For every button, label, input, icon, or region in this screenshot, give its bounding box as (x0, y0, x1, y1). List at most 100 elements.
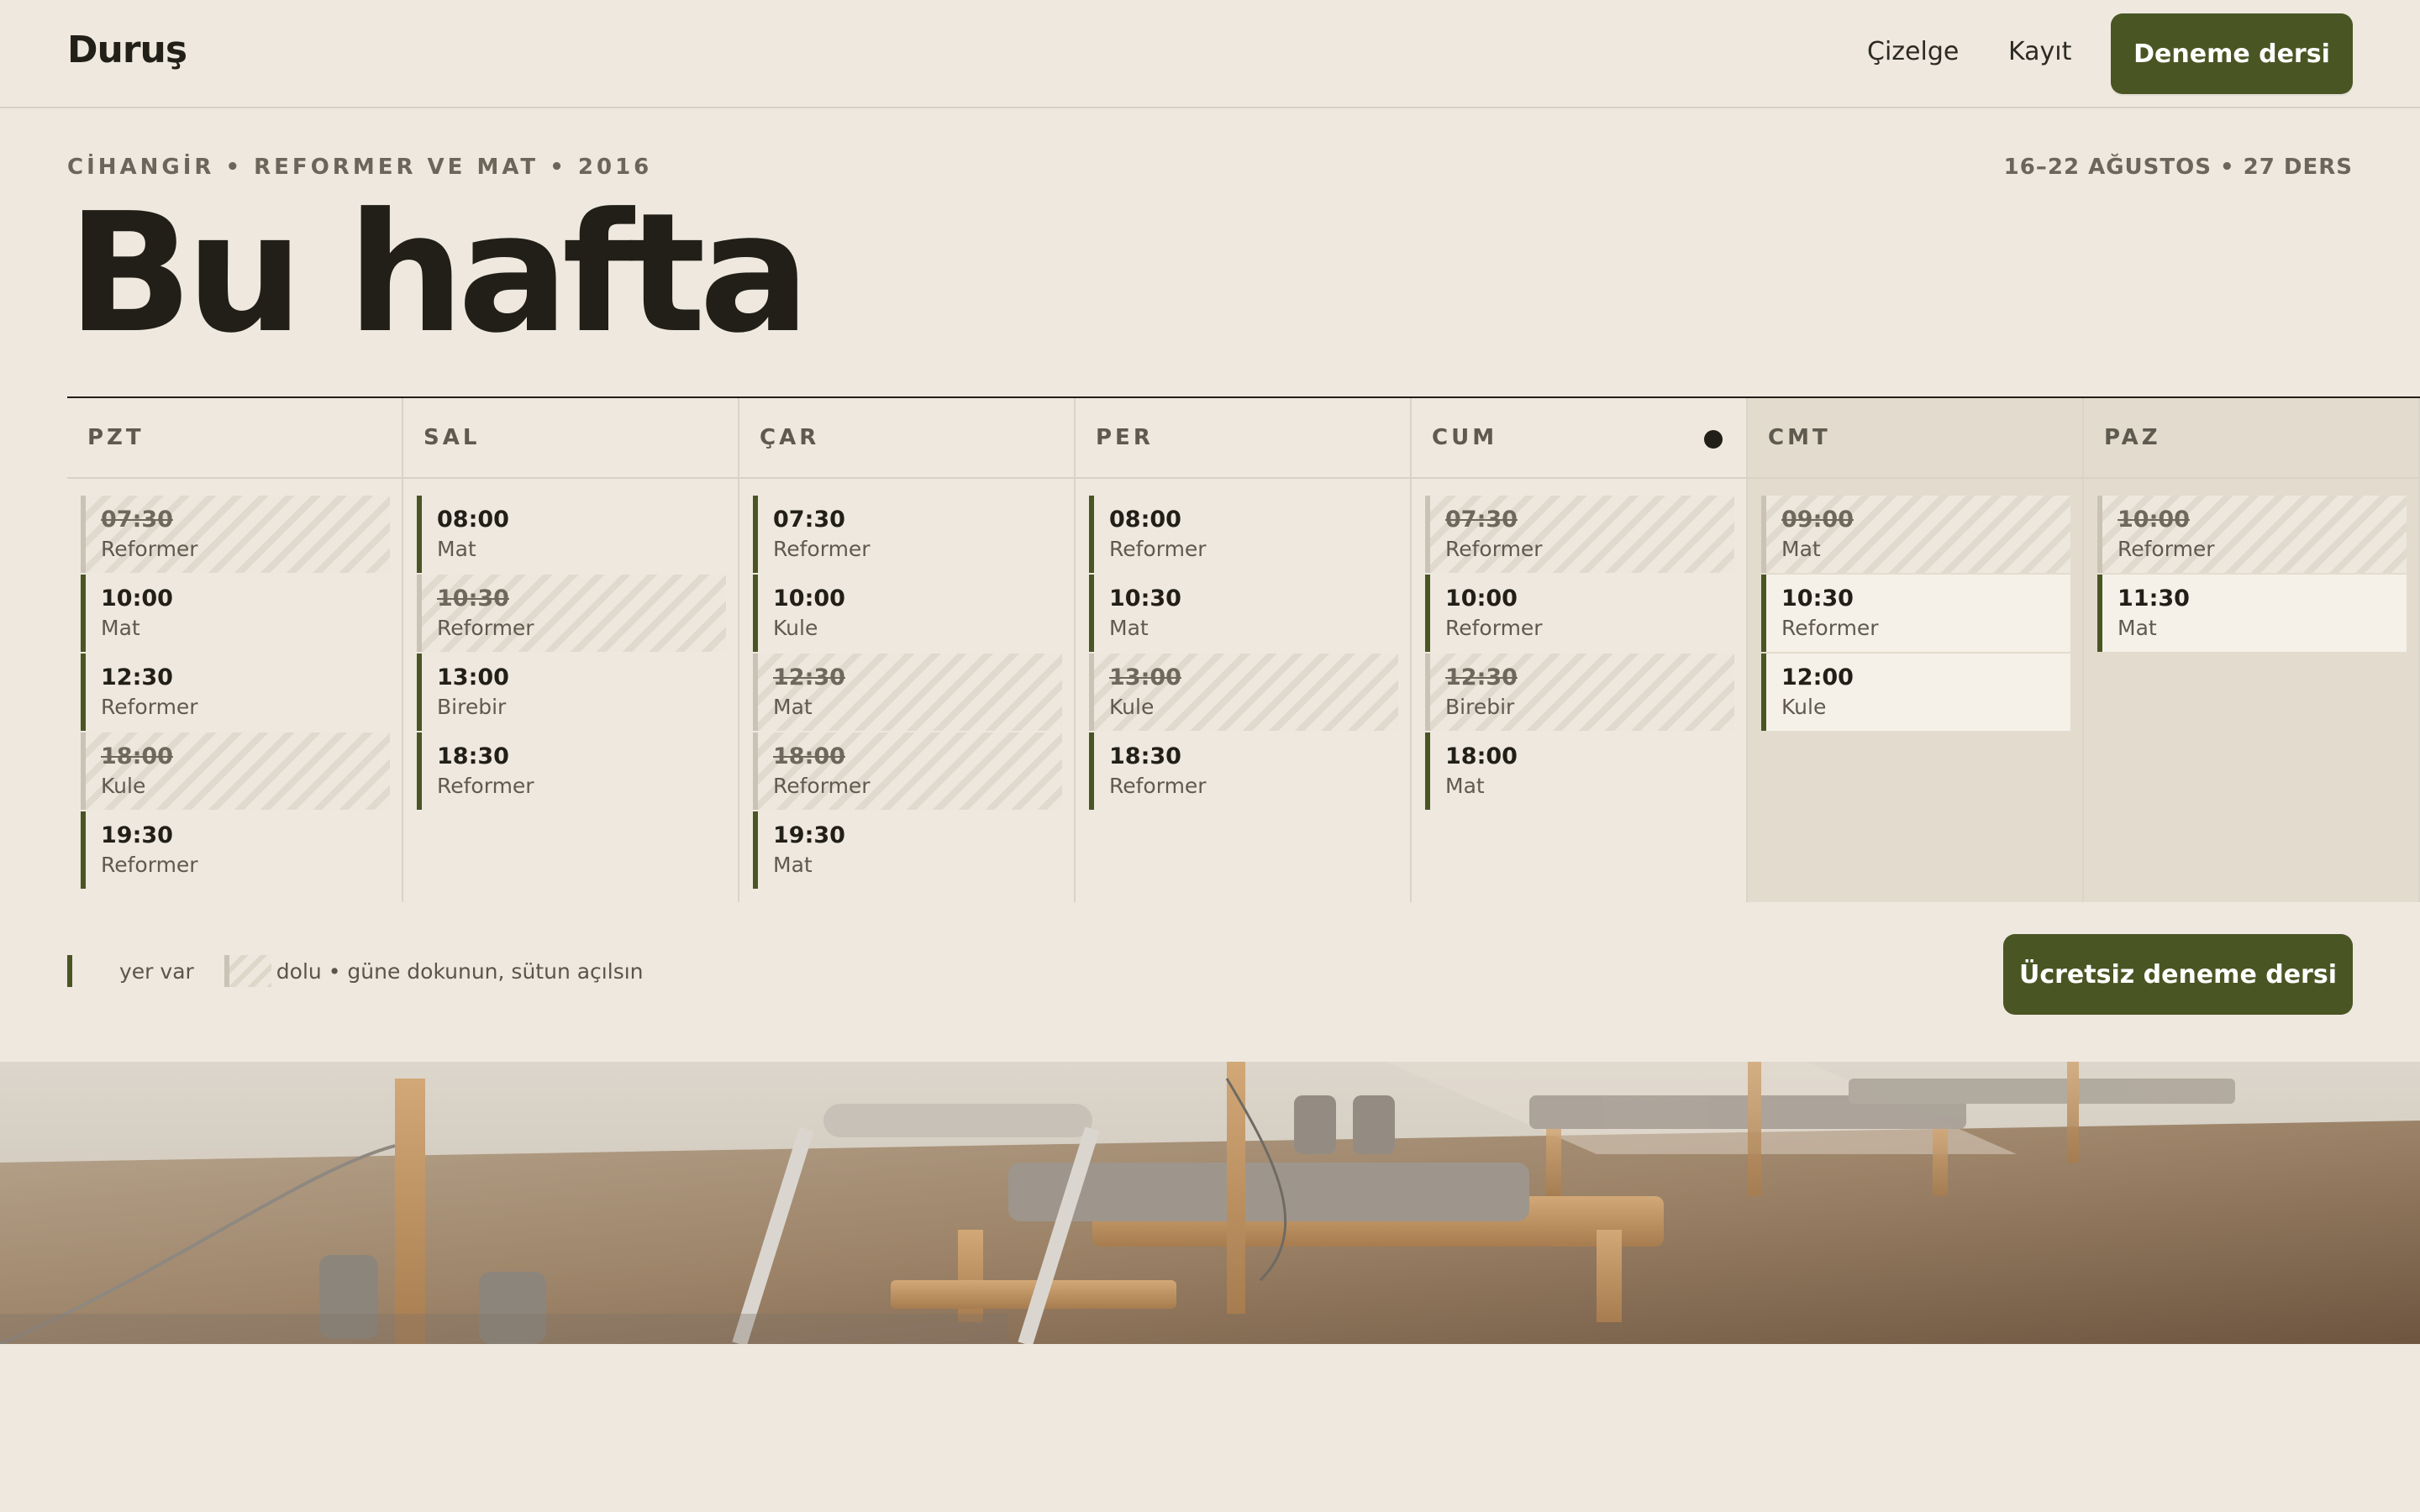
day-header[interactable]: ÇAR (739, 398, 1074, 479)
class-slot-open[interactable]: 10:30 Mat (1089, 575, 1398, 652)
class-type: Reformer (773, 537, 871, 561)
class-slot-full[interactable]: 09:00 Mat (1761, 496, 2070, 573)
day-header[interactable]: SAL (403, 398, 738, 479)
class-slot-open[interactable]: 19:30 Reformer (81, 811, 390, 889)
class-type: Reformer (101, 537, 198, 561)
free-trial-button[interactable]: Ücretsiz deneme dersi (2003, 934, 2353, 1015)
day-column-çar[interactable]: ÇAR 07:30 Reformer 10:00 Kule 12:30 Mat 18:00 Re… (739, 398, 1076, 902)
day-label: CMT (1768, 425, 1831, 450)
class-slot-open[interactable]: 07:30 Reformer (753, 496, 1062, 573)
trial-class-button[interactable]: Deneme dersi (2111, 13, 2353, 94)
day-column-sal[interactable]: SAL 08:00 Mat 10:30 Reformer 13:00 Birebir 18:3… (403, 398, 739, 902)
class-type: Reformer (773, 774, 871, 798)
class-slot-open[interactable]: 12:30 Reformer (81, 654, 390, 731)
class-slot-open[interactable]: 19:30 Mat (753, 811, 1062, 889)
class-slot-full[interactable]: 12:30 Mat (753, 654, 1062, 731)
class-type: Reformer (437, 616, 534, 640)
class-type: Mat (773, 853, 813, 877)
class-slot-full[interactable]: 10:30 Reformer (417, 575, 726, 652)
class-slot-full[interactable]: 13:00 Kule (1089, 654, 1398, 731)
class-time: 12:30 (101, 664, 173, 690)
day-header[interactable]: PAZ (2084, 398, 2418, 479)
class-time: 19:30 (101, 822, 173, 848)
class-slot-open[interactable]: 10:00 Reformer (1425, 575, 1734, 652)
class-type: Mat (437, 537, 476, 561)
class-time: 18:30 (1109, 743, 1181, 769)
class-time: 08:00 (1109, 507, 1181, 533)
class-time: 09:00 (1781, 507, 1854, 533)
day-header[interactable]: CUM (1412, 398, 1746, 479)
class-slot-open[interactable]: 13:00 Birebir (417, 654, 726, 731)
class-type: Kule (1109, 695, 1155, 719)
class-time: 08:00 (437, 507, 509, 533)
legend-full-label: dolu • güne dokunun, sütun açılsın (276, 958, 644, 984)
class-type: Reformer (101, 695, 198, 719)
legend-open-label: yer var (119, 958, 194, 984)
class-slot-open[interactable]: 18:30 Reformer (1089, 732, 1398, 810)
day-label: SAL (424, 425, 481, 450)
day-header[interactable]: PER (1076, 398, 1410, 479)
class-slot-list: 08:00 Reformer 10:30 Mat 13:00 Kule 18:30 Refor… (1089, 496, 1398, 811)
page-title: Bu hafta (67, 178, 810, 370)
day-header[interactable]: PZT (67, 398, 402, 479)
week-summary: 16–22 AĞUSTOS • 27 DERS (2003, 155, 2353, 180)
day-label: PZT (87, 425, 145, 450)
class-slot-open[interactable]: 08:00 Mat (417, 496, 726, 573)
day-column-per[interactable]: PER 08:00 Reformer 10:30 Mat 13:00 Kule 18:30 Re… (1076, 398, 1412, 902)
class-type: Mat (1109, 616, 1149, 640)
class-type: Mat (1781, 537, 1821, 561)
class-time: 19:30 (773, 822, 845, 848)
class-slot-full[interactable]: 07:30 Reformer (1425, 496, 1734, 573)
studio-eyebrow: CİHANGİR • REFORMER VE MAT • 2016 (67, 155, 653, 180)
top-nav: Duruş Çizelge Kayıt Deneme dersi (0, 0, 2420, 108)
brand-logo[interactable]: Duruş (67, 29, 187, 71)
nav-link-schedule[interactable]: Çizelge (1867, 37, 1959, 66)
day-column-cum[interactable]: CUM 07:30 Reformer 10:00 Reformer 12:30 Birebi… (1412, 398, 1748, 902)
class-slot-open[interactable]: 11:30 Mat (2097, 575, 2407, 652)
class-time: 18:00 (773, 743, 845, 769)
class-time: 10:00 (101, 585, 173, 612)
class-time: 18:30 (437, 743, 509, 769)
class-type: Reformer (1109, 774, 1207, 798)
class-slot-list: 08:00 Mat 10:30 Reformer 13:00 Birebir 18:30 Re… (417, 496, 726, 811)
day-column-cmt[interactable]: CMT 09:00 Mat 10:30 Reformer 12:00 Kule (1748, 398, 2084, 902)
class-time: 10:00 (1445, 585, 1518, 612)
class-time: 18:00 (1445, 743, 1518, 769)
legend: yer var dolu • güne dokunun, sütun açıls… (67, 954, 644, 988)
class-type: Kule (101, 774, 146, 798)
day-label: PER (1096, 425, 1154, 450)
nav-link-register[interactable]: Kayıt (2008, 37, 2071, 66)
class-time: 10:30 (1781, 585, 1854, 612)
class-slot-full[interactable]: 10:00 Reformer (2097, 496, 2407, 573)
day-column-paz[interactable]: PAZ 10:00 Reformer 11:30 Mat (2084, 398, 2420, 902)
class-type: Mat (2118, 616, 2157, 640)
class-type: Reformer (2118, 537, 2215, 561)
legend-full-swatch (224, 955, 271, 987)
class-type: Mat (773, 695, 813, 719)
class-type: Reformer (437, 774, 534, 798)
class-time: 10:00 (773, 585, 845, 612)
class-time: 10:30 (437, 585, 509, 612)
class-time: 13:00 (1109, 664, 1181, 690)
class-time: 07:30 (101, 507, 173, 533)
class-time: 07:30 (1445, 507, 1518, 533)
class-slot-open[interactable]: 18:00 Mat (1425, 732, 1734, 810)
class-slot-list: 09:00 Mat 10:30 Reformer 12:00 Kule (1761, 496, 2070, 732)
class-slot-open[interactable]: 18:30 Reformer (417, 732, 726, 810)
class-slot-open[interactable]: 12:00 Kule (1761, 654, 2070, 731)
day-column-pzt[interactable]: PZT 07:30 Reformer 10:00 Mat 12:30 Reformer 18:… (67, 398, 403, 902)
class-type: Reformer (1781, 616, 1879, 640)
class-slot-full[interactable]: 07:30 Reformer (81, 496, 390, 573)
day-label: PAZ (2104, 425, 2161, 450)
day-header[interactable]: CMT (1748, 398, 2082, 479)
class-slot-full[interactable]: 18:00 Kule (81, 732, 390, 810)
class-slot-full[interactable]: 18:00 Reformer (753, 732, 1062, 810)
day-label: CUM (1432, 425, 1498, 450)
class-time: 18:00 (101, 743, 173, 769)
class-slot-full[interactable]: 12:30 Birebir (1425, 654, 1734, 731)
class-slot-open[interactable]: 10:00 Kule (753, 575, 1062, 652)
class-slot-open[interactable]: 10:30 Reformer (1761, 575, 2070, 652)
class-slot-open[interactable]: 10:00 Mat (81, 575, 390, 652)
class-slot-open[interactable]: 08:00 Reformer (1089, 496, 1398, 573)
class-type: Birebir (1445, 695, 1515, 719)
